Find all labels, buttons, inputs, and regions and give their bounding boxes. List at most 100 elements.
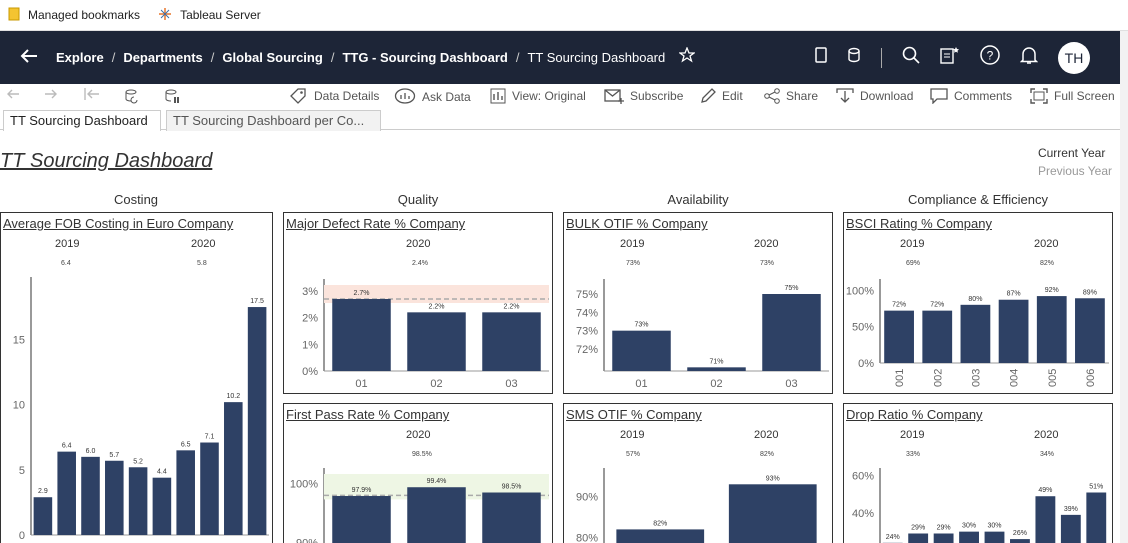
bar[interactable] [152, 477, 172, 535]
comments-label: Comments [954, 89, 1013, 103]
x-tick-label: 003 [970, 369, 982, 387]
tab-tt-sourcing-dashboard-per-company[interactable]: TT Sourcing Dashboard per Co... [166, 110, 381, 131]
bar[interactable] [687, 367, 746, 371]
bar[interactable] [922, 310, 953, 363]
back-arrow-icon[interactable] [20, 49, 38, 68]
bar[interactable] [105, 460, 124, 535]
ask-data-button[interactable]: Ask Data [394, 88, 471, 106]
bar[interactable] [884, 310, 914, 363]
redo-icon[interactable] [44, 88, 58, 100]
breadcrumb-ttg-dashboard[interactable]: TTG - Sourcing Dashboard [342, 50, 507, 65]
drop-ratio-chart[interactable]: Drop Ratio % Company201933%202034%20%40%… [843, 403, 1113, 543]
bookmarks-bar: Managed bookmarks Tableau Server [0, 0, 1128, 31]
bulk-otif-chart[interactable]: BULK OTIF % Company 2019 73% 2020 73% 72% 73% 7… [563, 212, 833, 394]
undo-icon[interactable] [6, 88, 20, 100]
bar[interactable] [908, 533, 929, 543]
bar-label: 2.9 [38, 488, 48, 495]
x-tick-label: 001 [894, 369, 906, 387]
bar[interactable] [482, 492, 541, 543]
bar-label: 2.7% [354, 290, 370, 297]
y-tick-label: 75% [576, 289, 598, 301]
ask-data-icon [394, 88, 416, 104]
breadcrumb-departments[interactable]: Departments [123, 50, 202, 65]
legend-previous-year[interactable]: Previous Year [1038, 164, 1112, 182]
bar[interactable] [407, 312, 466, 371]
sms-otif-chart[interactable]: SMS OTIF % Company 2019 57% 2020 82% 80% 90% 82… [563, 403, 833, 543]
download-button[interactable]: Download [836, 88, 913, 104]
comments-button[interactable]: Comments [930, 88, 1012, 104]
data-source-icon[interactable] [847, 47, 861, 68]
bar[interactable] [332, 299, 391, 371]
help-icon[interactable]: ? [980, 45, 1000, 70]
bar[interactable] [1036, 296, 1067, 363]
search-icon[interactable] [902, 46, 920, 69]
y-tick-label: 0 [19, 530, 25, 542]
x-tick-label: 02 [710, 378, 722, 390]
edit-button[interactable]: Edit [700, 88, 743, 104]
bar[interactable] [998, 299, 1029, 363]
share-button[interactable]: Share [764, 88, 818, 104]
data-details-button[interactable]: Data Details [290, 88, 379, 104]
revert-icon[interactable] [84, 88, 100, 100]
bar[interactable] [762, 294, 821, 371]
favorite-star-icon[interactable] [678, 46, 697, 68]
bar[interactable] [1010, 539, 1030, 543]
bar[interactable] [612, 330, 671, 371]
recents-icon[interactable] [940, 46, 960, 69]
bar[interactable] [128, 467, 148, 535]
bar-label: 39% [1064, 506, 1078, 513]
bar[interactable] [332, 496, 391, 543]
legend-current-year[interactable]: Current Year [1038, 146, 1112, 164]
divider [881, 47, 882, 68]
pause-updates-icon[interactable] [164, 88, 180, 104]
bar[interactable] [482, 312, 541, 371]
user-avatar[interactable]: TH [1058, 41, 1090, 74]
bookmark-tableau[interactable]: Tableau Server [158, 7, 261, 24]
bar[interactable] [1035, 496, 1056, 543]
sheet-tabs: TT Sourcing Dashboard TT Sourcing Dashbo… [0, 110, 1120, 131]
bar[interactable] [728, 484, 817, 543]
year-legend: Current Year Previous Year [1038, 146, 1112, 182]
bar[interactable] [1060, 514, 1081, 543]
y-tick-label: 1% [302, 339, 318, 351]
bsci-rating-chart[interactable]: BSCI Rating % Company 2019 69% 2020 82% 0% 50%… [843, 212, 1113, 394]
bar[interactable] [224, 402, 243, 535]
page-scrollbar[interactable] [1120, 31, 1128, 543]
bar[interactable] [81, 456, 100, 535]
tab-tt-sourcing-dashboard[interactable]: TT Sourcing Dashboard [3, 110, 161, 131]
bar[interactable] [1075, 298, 1105, 363]
first-pass-chart[interactable]: First Pass Rate % Company202098.5%90%100… [283, 403, 553, 543]
notifications-bell-icon[interactable] [1019, 45, 1039, 70]
bar[interactable] [1086, 492, 1107, 543]
bar-label: 30% [987, 523, 1001, 530]
bar[interactable] [984, 531, 1005, 543]
bar[interactable] [616, 529, 705, 543]
bar[interactable] [200, 442, 219, 535]
costing-chart[interactable]: Average FOB Costing in Euro Company 2019 6… [0, 212, 273, 543]
bar[interactable] [959, 531, 979, 543]
refresh-data-icon[interactable] [124, 88, 140, 104]
breadcrumb-global-sourcing[interactable]: Global Sourcing [222, 50, 322, 65]
full-screen-button[interactable]: Full Screen [1030, 88, 1115, 104]
chart-plot: 20%40%60%24%29%29%30%30%26%49%39%51% [852, 468, 1107, 543]
bar[interactable] [33, 497, 53, 535]
subscribe-button[interactable]: Subscribe [604, 88, 683, 104]
bar-label: 29% [937, 525, 951, 532]
bar-label: 80% [968, 296, 982, 303]
view-original-button[interactable]: View: Original [490, 88, 586, 104]
bar[interactable] [247, 307, 267, 535]
bar[interactable] [960, 304, 991, 363]
bar-label: 98.5% [502, 484, 522, 491]
device-preview-icon[interactable] [815, 47, 827, 68]
bookmark-managed[interactable]: Managed bookmarks [8, 7, 140, 24]
bar[interactable] [57, 451, 76, 535]
full-screen-label: Full Screen [1054, 89, 1115, 103]
major-defect-chart[interactable]: Major Defect Rate % Company 2020 2.4% 0% 1% 2… [283, 212, 553, 394]
bar[interactable] [407, 487, 466, 543]
bar[interactable] [933, 533, 954, 543]
chart-plot: 72% 73% 74% 75% 73% 01 71% 02 75% 03 [576, 279, 829, 390]
mail-icon [604, 89, 624, 104]
breadcrumb-explore[interactable]: Explore [56, 50, 104, 65]
bar[interactable] [176, 450, 195, 535]
tag-icon [290, 88, 306, 104]
